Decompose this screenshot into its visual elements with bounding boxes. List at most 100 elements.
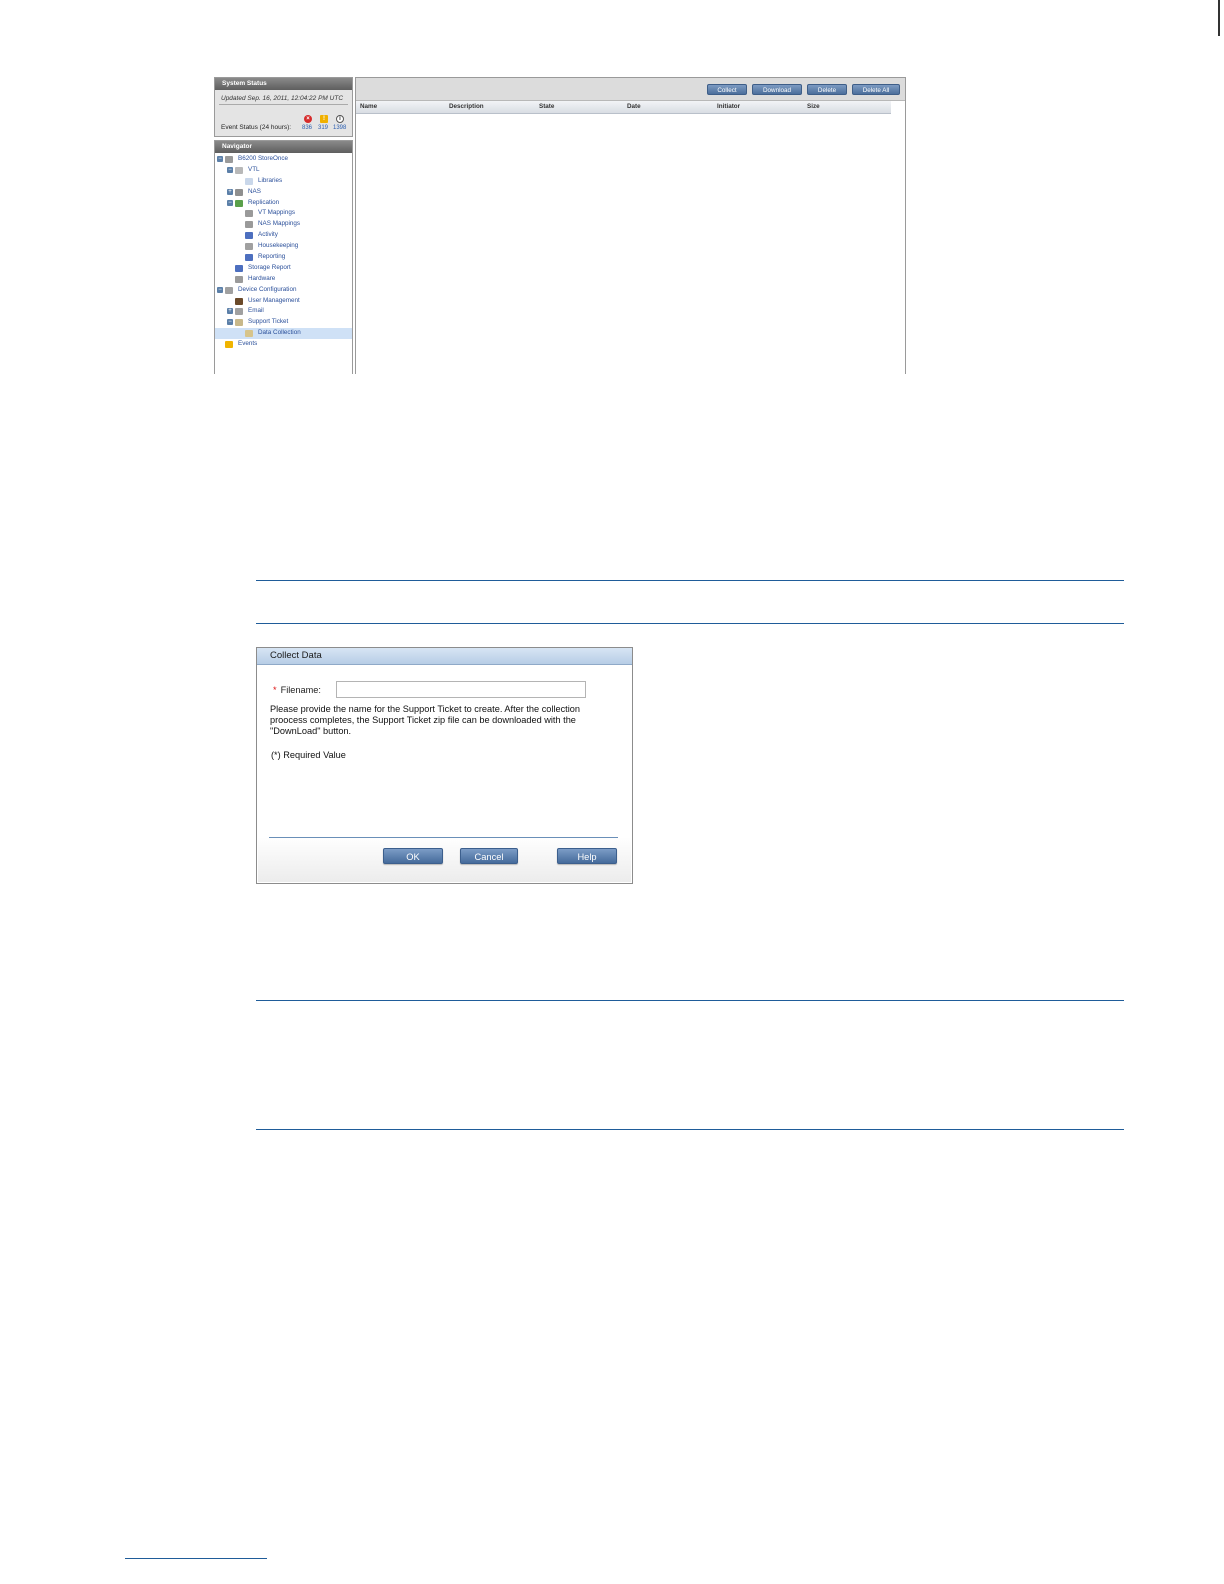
column-state[interactable]: State	[539, 103, 554, 110]
column-date[interactable]: Date	[627, 103, 641, 110]
nav-item[interactable]: User Management	[215, 296, 352, 307]
info-count[interactable]: 1398	[333, 125, 346, 131]
table-header: Name Description State Date Initiator Si…	[356, 101, 891, 114]
required-marker: *	[273, 685, 277, 695]
help-button[interactable]: Help	[557, 848, 617, 864]
nav-item-label: Storage Report	[248, 263, 291, 271]
events-lightning-icon	[225, 341, 233, 349]
nav-item[interactable]: VT Mappings	[215, 208, 352, 219]
expand-icon[interactable]: +	[227, 188, 233, 195]
note-rule-top-2	[256, 1000, 1124, 1001]
nav-item-label: Events	[238, 340, 258, 348]
event-status-label: Event Status (24 hours):	[221, 124, 292, 131]
nav-item[interactable]: Housekeeping	[215, 241, 352, 252]
dialog-help-text: Please provide the name for the Support …	[270, 704, 580, 736]
nav-item-label: Activity	[258, 231, 278, 239]
column-name[interactable]: Name	[360, 103, 377, 110]
note-rule-bottom	[256, 623, 1124, 624]
collapse-icon[interactable]: −	[227, 166, 233, 173]
data-collection-view: Collect Download Delete Delete All Name …	[355, 77, 906, 374]
mapping-icon	[245, 210, 253, 218]
warning-count[interactable]: 319	[318, 125, 328, 131]
nav-item-label: Replication	[248, 198, 280, 206]
warning-icon: !	[320, 115, 328, 123]
ticket-icon	[235, 319, 243, 327]
dialog-footer: OK Cancel Help	[258, 837, 631, 882]
note-rule-bottom-2	[256, 1129, 1124, 1130]
nav-item[interactable]: NAS Mappings	[215, 219, 352, 230]
collapse-icon[interactable]: −	[227, 319, 233, 326]
nav-item[interactable]: − Support Ticket	[215, 317, 352, 328]
system-status-title: System Status	[215, 78, 352, 90]
nav-item-label: Libraries	[258, 176, 283, 184]
nav-item-label: VT Mappings	[258, 209, 295, 217]
ok-button[interactable]: OK	[383, 848, 443, 864]
note-rule-top	[256, 580, 1124, 581]
nav-item[interactable]: − Replication	[215, 198, 352, 209]
required-value-note: (*) Required Value	[271, 750, 346, 760]
critical-icon: ×	[304, 115, 312, 123]
status-updated-time: Updated Sep. 16, 2011, 12:04:22 PM UTC	[219, 90, 348, 105]
nav-item[interactable]: Events	[215, 339, 352, 350]
reporting-chart-icon	[245, 254, 253, 262]
nav-item[interactable]: − Device Configuration	[215, 285, 352, 296]
filename-label-text: Filename:	[280, 685, 321, 695]
replication-icon	[235, 199, 243, 207]
column-size[interactable]: Size	[807, 103, 820, 110]
nav-item[interactable]: + Email	[215, 306, 352, 317]
delete-button[interactable]: Delete	[807, 84, 847, 95]
filename-input[interactable]	[336, 681, 586, 698]
nav-item-label: NAS	[248, 187, 261, 195]
column-initiator[interactable]: Initiator	[717, 103, 740, 110]
toolbar: Collect Download Delete Delete All	[356, 78, 905, 101]
info-icon: i	[336, 115, 344, 123]
nav-item-label: Reporting	[258, 253, 286, 261]
dialog-separator	[269, 837, 618, 838]
nav-item[interactable]: − B6200 StoreOnce	[215, 154, 352, 165]
event-status-row: Event Status (24 hours): × ! i 836 319 1…	[221, 115, 349, 135]
nav-item-label: VTL	[248, 165, 260, 173]
nav-item[interactable]: Reporting	[215, 252, 352, 263]
dialog-title: Collect Data	[257, 648, 632, 665]
nas-icon	[235, 188, 243, 196]
column-description[interactable]: Description	[449, 103, 484, 110]
collapse-icon[interactable]: −	[227, 199, 233, 206]
hardware-icon	[235, 275, 243, 283]
user-icon	[235, 297, 243, 305]
tape-drive-icon	[235, 166, 243, 174]
footnote-rule	[125, 1558, 267, 1559]
cancel-button[interactable]: Cancel	[460, 848, 518, 864]
nav-item-label: Support Ticket	[248, 318, 289, 326]
nav-item-label: Device Configuration	[238, 285, 297, 293]
nav-item[interactable]: − VTL	[215, 165, 352, 176]
system-status-panel: System Status Updated Sep. 16, 2011, 12:…	[214, 77, 353, 137]
navigator-tree: − B6200 StoreOnce − VTL Libraries + NAS − Replic…	[215, 154, 352, 350]
expand-icon[interactable]: +	[227, 308, 233, 315]
nav-item[interactable]: Hardware	[215, 274, 352, 285]
collect-button[interactable]: Collect	[707, 84, 747, 95]
config-gear-icon	[225, 286, 233, 294]
navigator-title: Navigator	[215, 141, 352, 153]
storeonce-console: System Status Updated Sep. 16, 2011, 12:…	[214, 77, 908, 374]
critical-count[interactable]: 836	[302, 125, 312, 131]
nav-item[interactable]: Data Collection	[215, 328, 352, 340]
collapse-icon[interactable]: −	[217, 286, 223, 293]
nav-item-label: User Management	[248, 296, 300, 304]
nav-item-label: Hardware	[248, 274, 276, 282]
housekeeping-gear-icon	[245, 243, 253, 251]
nav-item-label: NAS Mappings	[258, 220, 300, 228]
collect-data-dialog: Collect Data * Filename: Please provide t…	[256, 647, 633, 884]
nav-item-label: Email	[248, 307, 264, 315]
nav-item[interactable]: Storage Report	[215, 263, 352, 274]
nav-item-label: B6200 StoreOnce	[238, 155, 289, 162]
nav-item[interactable]: Libraries	[215, 176, 352, 187]
delete-all-button[interactable]: Delete All	[852, 84, 900, 95]
download-button[interactable]: Download	[752, 84, 802, 95]
nav-item-label: Housekeeping	[258, 242, 299, 250]
collapse-icon[interactable]: −	[217, 156, 223, 162]
filename-label: * Filename:	[273, 685, 321, 695]
email-icon	[235, 308, 243, 316]
nav-item[interactable]: + NAS	[215, 187, 352, 198]
nav-item[interactable]: Activity	[215, 230, 352, 241]
mapping-icon	[245, 221, 253, 229]
